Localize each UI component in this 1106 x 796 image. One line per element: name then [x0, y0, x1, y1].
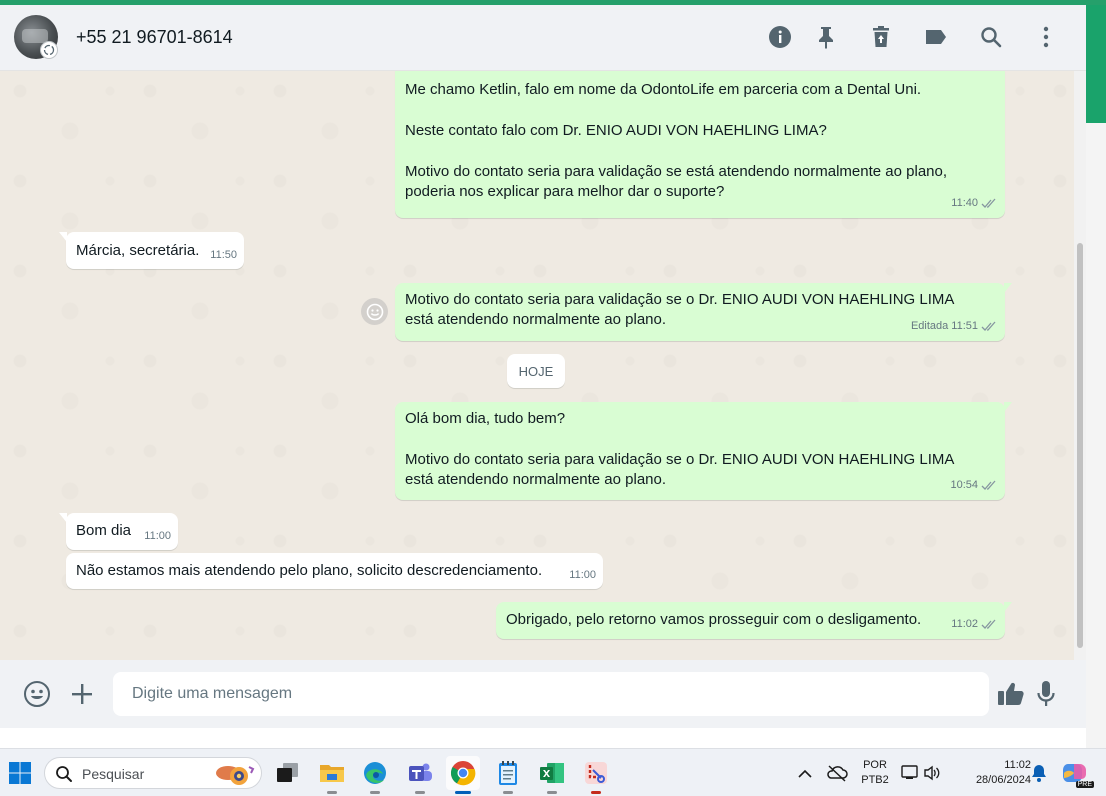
message-meta: 11:02: [951, 614, 997, 634]
message-input[interactable]: [113, 672, 989, 716]
message-meta: 11:00: [569, 565, 596, 585]
message-text: Motivo do contato seria para validação s…: [405, 451, 955, 468]
language-code: POR: [863, 759, 887, 771]
edited-label: Editada: [910, 320, 949, 332]
microphone-icon[interactable]: [1032, 680, 1060, 708]
message-meta: 11:00: [144, 526, 171, 546]
message-meta: 11:40: [951, 193, 997, 213]
file-explorer-icon[interactable]: [315, 756, 349, 794]
bubble-tail: [59, 513, 67, 523]
chrome-browser-icon[interactable]: [446, 756, 480, 794]
running-indicator: [370, 791, 380, 794]
emoji-icon[interactable]: [23, 680, 51, 708]
message-text: Neste contato falo com Dr. ENIO AUDI VON…: [405, 122, 827, 139]
thumbs-up-icon[interactable]: [997, 680, 1025, 708]
chat-panel[interactable]: Me chamo Ketlin, falo em nome da OdontoL…: [0, 71, 1086, 660]
date-divider: HOJE: [507, 354, 565, 388]
info-icon[interactable]: [766, 23, 794, 51]
running-indicator: [503, 791, 513, 794]
windows-start-icon[interactable]: [3, 756, 37, 790]
message-time: 11:51: [951, 320, 978, 332]
running-indicator: [547, 791, 557, 794]
search-icon: [56, 766, 72, 782]
incoming-message[interactable]: Bom dia 11:00: [59, 513, 178, 550]
copilot-icon[interactable]: PRE: [1058, 756, 1094, 790]
incoming-message[interactable]: Não estamos mais atendendo pelo plano, s…: [66, 553, 603, 589]
message-text: está atendendo normalmente ao plano.: [405, 471, 667, 488]
read-ticks-icon: [981, 198, 996, 208]
message-text: Não estamos mais atendendo pelo plano, s…: [76, 562, 543, 579]
taskbar-search[interactable]: Pesquisar: [44, 757, 262, 789]
menu-icon[interactable]: [1032, 23, 1060, 51]
outgoing-message[interactable]: Motivo do contato seria para validação s…: [395, 283, 1012, 341]
search-placeholder: Pesquisar: [82, 766, 145, 782]
message-text: poderia nos explicar para melhor dar o s…: [405, 183, 725, 200]
read-ticks-icon: [981, 480, 996, 490]
background-window-edge-lower: [1086, 123, 1106, 748]
message-time: 11:00: [144, 530, 171, 542]
running-indicator: [327, 791, 337, 794]
notepad-icon[interactable]: [491, 756, 525, 794]
task-view-icon[interactable]: [270, 756, 304, 790]
outgoing-message[interactable]: Me chamo Ketlin, falo em nome da OdontoL…: [395, 71, 1005, 218]
excel-icon[interactable]: [535, 756, 569, 794]
clock-time: 11:02: [1004, 759, 1031, 771]
search-icon[interactable]: [977, 23, 1005, 51]
message-text: Obrigado, pelo retorno vamos prosseguir …: [506, 611, 922, 628]
running-indicator: [415, 791, 425, 794]
copilot-preview-badge: PRE: [1075, 781, 1094, 788]
react-emoji-icon[interactable]: [361, 298, 388, 325]
message-text: Márcia, secretária.: [76, 242, 200, 259]
window-bottom-margin: [0, 728, 1086, 748]
teams-icon[interactable]: [403, 756, 437, 794]
outgoing-message[interactable]: Obrigado, pelo retorno vamos prosseguir …: [496, 602, 1012, 639]
active-indicator: [455, 791, 471, 794]
label-icon[interactable]: [922, 23, 950, 51]
message-time: 10:54: [950, 479, 978, 491]
message-time: 11:02: [951, 618, 978, 630]
incoming-message[interactable]: Márcia, secretária. 11:50: [59, 232, 244, 269]
read-ticks-icon: [981, 619, 996, 629]
message-time: 11:00: [569, 569, 596, 581]
network-volume-icon[interactable]: [898, 756, 944, 790]
keyboard-layout: PTB2: [861, 774, 889, 786]
bubble-tail: [1004, 602, 1012, 612]
show-hidden-icons-chevron-icon[interactable]: [788, 756, 822, 790]
message-text: Motivo do contato seria para validação s…: [405, 163, 948, 180]
read-ticks-icon: [981, 321, 996, 331]
search-highlight-icon: [216, 766, 255, 785]
outgoing-message[interactable]: Olá bom dia, tudo bem? Motivo do contato…: [395, 402, 1012, 500]
windows-taskbar: Pesquisar POR PTB2 11:02 28/06/2024 PRE: [0, 748, 1106, 796]
notification-bell-icon[interactable]: [1026, 756, 1052, 790]
message-meta: Editada 11:51: [911, 316, 997, 336]
bubble-tail: [59, 232, 67, 242]
running-indicator: [591, 791, 601, 794]
snipping-tool-icon[interactable]: [579, 756, 613, 794]
keyboard-language[interactable]: POR PTB2: [856, 758, 894, 788]
onedrive-offline-icon[interactable]: [820, 756, 854, 790]
bubble-tail: [1004, 402, 1012, 412]
message-text: Bom dia: [76, 522, 132, 539]
status-ring-icon[interactable]: [40, 41, 58, 59]
message-composer: [0, 660, 1086, 728]
message-text: Olá bom dia, tudo bem?: [405, 410, 566, 427]
edge-browser-icon[interactable]: [358, 756, 392, 794]
message-text: Me chamo Ketlin, falo em nome da OdontoL…: [405, 81, 922, 98]
contact-name[interactable]: +55 21 96701-8614: [76, 27, 233, 48]
message-text: Motivo do contato seria para validação s…: [405, 291, 955, 308]
bubble-tail: [1004, 283, 1012, 293]
message-meta: 10:54: [950, 475, 997, 495]
background-window-edge: [1086, 5, 1106, 123]
delete-icon[interactable]: [867, 23, 895, 51]
message-meta: 11:50: [210, 245, 237, 265]
attach-plus-icon[interactable]: [68, 680, 96, 708]
system-clock[interactable]: 11:02 28/06/2024: [955, 758, 1031, 788]
conversation-header: +55 21 96701-8614: [0, 5, 1086, 71]
chat-scrollbar-thumb[interactable]: [1077, 243, 1083, 648]
pin-icon[interactable]: [812, 23, 840, 51]
message-text: está atendendo normalmente ao plano.: [405, 311, 667, 328]
message-time: 11:40: [951, 197, 978, 209]
clock-date: 28/06/2024: [975, 774, 1031, 786]
message-time: 11:50: [210, 249, 237, 261]
